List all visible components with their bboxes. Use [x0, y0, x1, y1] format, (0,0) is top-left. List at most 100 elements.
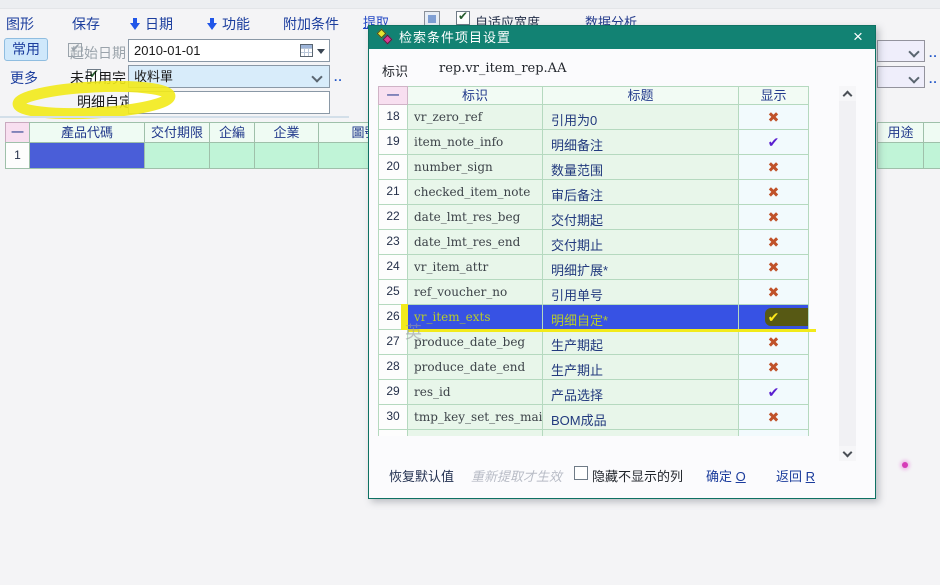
row-display-cell[interactable]: ✖: [739, 205, 809, 230]
main-grid-header-usage[interactable]: 用途: [877, 122, 924, 143]
main-grid-header-delivery[interactable]: 交付期限: [144, 122, 210, 143]
shown-mark: ✖: [768, 209, 780, 225]
col-header-index: 一: [378, 86, 408, 105]
shown-mark: ✖: [768, 334, 780, 350]
right-dots-1[interactable]: ..: [929, 46, 938, 60]
main-grid-cell-enterprise[interactable]: [254, 142, 319, 169]
row-display-cell[interactable]: ✖: [739, 355, 809, 380]
main-grid-cell-delivery[interactable]: [144, 142, 210, 169]
window-top-edge: [0, 0, 940, 9]
shown-mark: ✔: [768, 309, 780, 325]
row-identifier: date_lmt_res_end: [408, 230, 543, 255]
chevron-down-icon: [910, 48, 918, 56]
date-picker-button[interactable]: [299, 42, 327, 60]
main-grid-cell-ent-code[interactable]: [209, 142, 255, 169]
col-header-title[interactable]: 标题: [543, 86, 739, 105]
row-number: 19: [378, 130, 408, 155]
table-row[interactable]: 19 item_note_info 明细备注 ✔: [378, 130, 811, 155]
row-display-cell[interactable]: ✖: [739, 155, 809, 180]
main-grid-cell-clipped: [923, 142, 940, 169]
chevron-up-icon: [844, 92, 851, 99]
toolbar-item-label: 功能: [222, 16, 250, 32]
row-number: 20: [378, 155, 408, 180]
table-row[interactable]: 18 vr_zero_ref 引用为0 ✖: [378, 105, 811, 130]
row-title: 引用单号: [543, 280, 739, 305]
row-display-cell[interactable]: ✔: [739, 380, 809, 405]
row-display-cell[interactable]: ✖: [739, 230, 809, 255]
table-row[interactable]: 28 produce_date_end 生产期止 ✖: [378, 355, 811, 380]
table-row[interactable]: 21 checked_item_note 审后备注 ✖: [378, 180, 811, 205]
toolbar-item-graph[interactable]: 图形: [6, 14, 34, 34]
shown-mark: ✖: [768, 234, 780, 250]
table-row[interactable]: 23 date_lmt_res_end 交付期止 ✖: [378, 230, 811, 255]
hide-columns-label: 隐藏不显示的列: [592, 466, 683, 485]
row-display-cell[interactable]: ✔: [739, 305, 809, 330]
row-display-cell[interactable]: ✖: [739, 330, 809, 355]
start-date-input[interactable]: 2010-01-01: [128, 39, 330, 62]
main-grid-header-enterprise[interactable]: 企業: [254, 122, 319, 143]
row-number: 21: [378, 180, 408, 205]
row-identifier: tmp_key_set_res_main: [408, 405, 543, 430]
toolbar-item-extra-conditions[interactable]: 附加条件: [283, 14, 339, 34]
row-display-cell[interactable]: ✔: [739, 130, 809, 155]
main-grid-cell-usage[interactable]: [877, 142, 924, 169]
toolbar-item-label: 保存: [72, 16, 100, 32]
scrollbar-up-button[interactable]: [839, 86, 856, 101]
restore-defaults-button[interactable]: 恢复默认值: [389, 466, 454, 485]
row-identifier: res_id: [408, 380, 543, 405]
auto-width-checkbox[interactable]: [456, 11, 470, 25]
back-label: 返回: [776, 469, 806, 484]
hide-columns-checkbox[interactable]: [574, 466, 588, 480]
main-grid-header-ent-code[interactable]: 企編: [209, 122, 255, 143]
row-display-cell[interactable]: ✖: [739, 405, 809, 430]
toolbar-item-date[interactable]: 日期: [130, 14, 173, 34]
table-row[interactable]: 26 vr_item_exts 明细自定* ✔: [378, 305, 811, 330]
partial-cross-icon: ✖: [768, 434, 780, 436]
row-number: 18: [378, 105, 408, 130]
shown-mark: ✔: [768, 384, 780, 400]
tab-common[interactable]: 常用: [4, 38, 48, 61]
main-grid-header-product-code[interactable]: 產品代碼: [29, 122, 145, 143]
toolbar-item-label: 附加条件: [283, 16, 339, 32]
right-combobox-1[interactable]: [877, 40, 925, 62]
col-header-display[interactable]: 显示: [739, 86, 809, 105]
partially-visible-row: ✖: [378, 430, 811, 436]
row-display-cell[interactable]: ✖: [739, 180, 809, 205]
more-options-dots[interactable]: ..: [334, 70, 343, 84]
col-header-identifier[interactable]: 标识: [408, 86, 543, 105]
close-icon[interactable]: ×: [849, 26, 867, 49]
row-display-cell[interactable]: ✖: [739, 255, 809, 280]
row-title: 审后备注: [543, 180, 739, 205]
row-title: 明细自定*: [543, 305, 739, 330]
main-grid-header-clipped: [923, 122, 940, 143]
row-number: 28: [378, 355, 408, 380]
row-number: 30: [378, 405, 408, 430]
main-grid-cell-product-code[interactable]: [29, 142, 145, 169]
shown-mark: ✖: [768, 184, 780, 200]
table-scrollbar[interactable]: [839, 86, 856, 461]
right-dots-2[interactable]: ..: [929, 72, 938, 86]
table-row[interactable]: 25 ref_voucher_no 引用单号 ✖: [378, 280, 811, 305]
row-title: 明细备注: [543, 130, 739, 155]
condition-items-table: 一 标识 标题 显示 18 vr_zero_ref 引用为0 ✖ 19 item…: [378, 86, 811, 436]
row-identifier: vr_zero_ref: [408, 105, 543, 130]
table-row[interactable]: 22 date_lmt_res_beg 交付期起 ✖: [378, 205, 811, 230]
row-display-cell[interactable]: ✖: [739, 280, 809, 305]
table-row[interactable]: 20 number_sign 数量范围 ✖: [378, 155, 811, 180]
toolbar-item-function[interactable]: 功能: [207, 14, 250, 34]
table-row[interactable]: 24 vr_item_attr 明细扩展* ✖: [378, 255, 811, 280]
panel-separator: [0, 116, 349, 118]
toolbar-item-save[interactable]: 保存: [72, 14, 100, 34]
ok-button[interactable]: 确定 O: [706, 466, 746, 485]
row-number: 23: [378, 230, 408, 255]
row-identifier: checked_item_note: [408, 180, 543, 205]
right-combobox-2[interactable]: [877, 66, 925, 88]
dialog-title-bar[interactable]: 检索条件项目设置 ×: [369, 26, 875, 49]
table-row[interactable]: 29 res_id 产品选择 ✔: [378, 380, 811, 405]
table-row[interactable]: 27 produce_date_beg 生产期起 ✖: [378, 330, 811, 355]
row-identifier: vr_item_exts: [408, 305, 543, 330]
back-button[interactable]: 返回 R: [776, 466, 815, 485]
table-row[interactable]: 30 tmp_key_set_res_main BOM成品 ✖: [378, 405, 811, 430]
row-display-cell[interactable]: ✖: [739, 105, 809, 130]
row-number: 22: [378, 205, 408, 230]
